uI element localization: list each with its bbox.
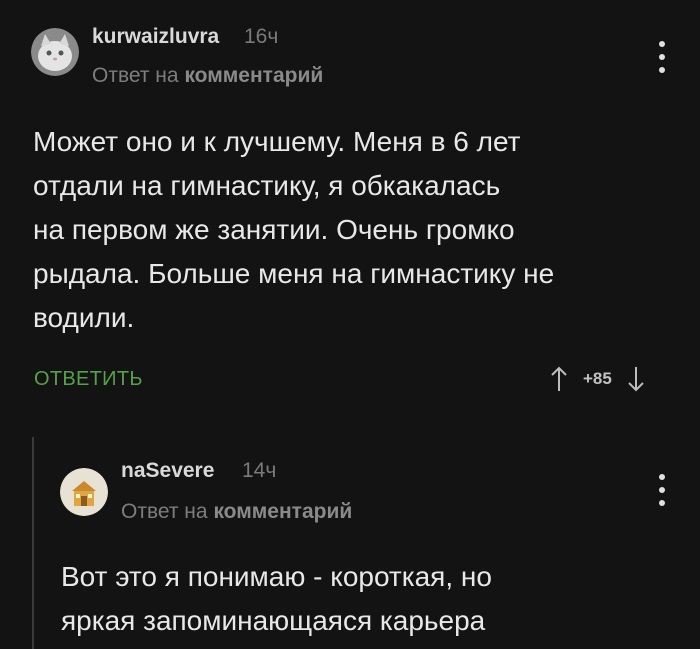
upvote-arrow-icon[interactable] bbox=[549, 365, 569, 393]
comment-body-line: отдали на гимнастику, я обкакалась bbox=[33, 170, 501, 201]
comment-body-line: рыдала. Больше меня на гимнастику не bbox=[33, 258, 555, 289]
comment-body-line: Вот это я понимаю - короткая, но bbox=[61, 561, 492, 592]
comment-author[interactable]: naSevere bbox=[121, 459, 214, 483]
reply-target-link[interactable]: комментарий bbox=[184, 64, 323, 87]
comment-body-line: яркая запоминающаяся карьера bbox=[61, 605, 486, 636]
avatar[interactable] bbox=[60, 468, 108, 516]
comment-time: 14ч bbox=[242, 459, 277, 482]
comment-body-line: Может оно и к лучшему. Меня в 6 лет bbox=[33, 126, 521, 157]
avatar[interactable] bbox=[31, 28, 79, 76]
reply-button[interactable]: ОТВЕТИТЬ bbox=[34, 368, 143, 391]
comment-time: 16ч bbox=[244, 25, 279, 48]
comment-author[interactable]: kurwaizluvra bbox=[92, 25, 219, 49]
comment-body: Может оно и к лучшему. Меня в 6 лет отда… bbox=[33, 120, 554, 340]
vote-controls: +85 bbox=[549, 365, 646, 393]
comment-body: Вот это я понимаю - короткая, но яркая з… bbox=[61, 555, 492, 643]
rating-score: +85 bbox=[583, 369, 612, 388]
comment-body-line: водили. bbox=[33, 302, 135, 333]
reply-to-label: Ответ на комментарий bbox=[121, 500, 352, 524]
downvote-arrow-icon[interactable] bbox=[626, 365, 646, 393]
thread-indent-line bbox=[32, 437, 34, 649]
comments-thread: kurwaizluvra 16ч Ответ на комментарий Мо… bbox=[0, 0, 700, 649]
reply-to-label: Ответ на комментарий bbox=[92, 64, 323, 88]
reply-target-link[interactable]: комментарий bbox=[213, 500, 352, 523]
reply-prefix: Ответ на bbox=[121, 500, 208, 523]
reply-prefix: Ответ на bbox=[92, 64, 179, 87]
kebab-menu-icon[interactable] bbox=[650, 39, 674, 75]
kebab-menu-icon[interactable] bbox=[650, 472, 674, 508]
comment-body-line: на первом же занятии. Очень громко bbox=[33, 214, 515, 245]
